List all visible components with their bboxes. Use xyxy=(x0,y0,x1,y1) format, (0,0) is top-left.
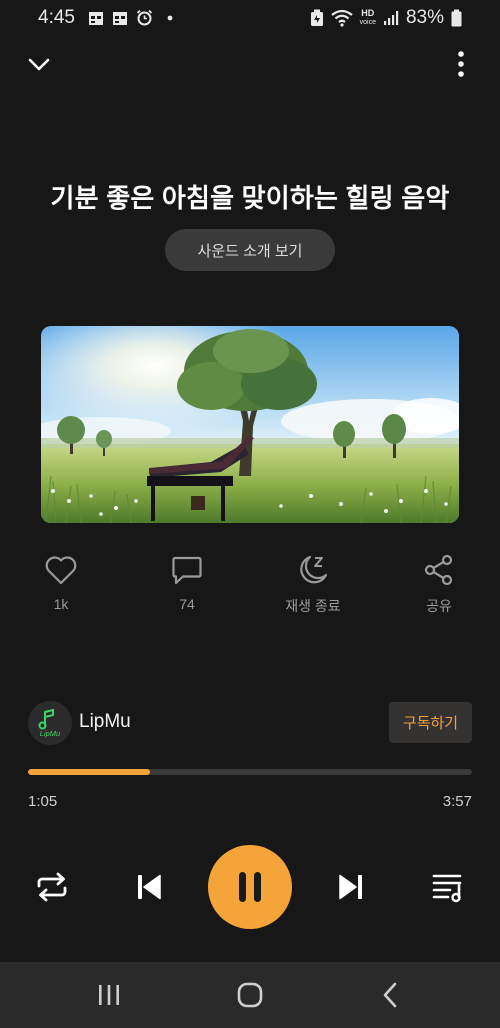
piano-meadow-artwork xyxy=(41,326,459,523)
sleep-timer-button[interactable]: 재생 종료 xyxy=(268,550,358,616)
skip-previous-icon xyxy=(138,874,161,900)
dot-icon xyxy=(167,15,173,20)
playlist-icon xyxy=(432,874,462,903)
alarm-icon xyxy=(136,9,153,26)
channel-avatar[interactable]: LipMu xyxy=(28,701,72,745)
channel-name[interactable]: LipMu xyxy=(79,711,131,733)
svg-text:LipMu: LipMu xyxy=(40,729,61,738)
signal-icon xyxy=(383,11,399,25)
calendar-icon xyxy=(113,11,127,25)
collapse-button[interactable] xyxy=(24,50,54,78)
more-options-button[interactable] xyxy=(448,48,474,80)
sound-intro-button[interactable]: 사운드 소개 보기 xyxy=(165,229,335,271)
like-button[interactable]: 1k xyxy=(16,550,106,612)
sleep-timer-icon xyxy=(300,555,328,584)
home-icon xyxy=(237,982,263,1008)
back-button[interactable] xyxy=(350,962,430,1028)
track-title: 기분 좋은 아침을 맞이하는 힐링 음악 xyxy=(50,183,450,213)
recent-apps-button[interactable] xyxy=(69,962,149,1028)
subscribe-button[interactable]: 구독하기 xyxy=(389,702,472,743)
repeat-icon xyxy=(37,872,67,902)
next-button[interactable] xyxy=(331,866,371,908)
repeat-button[interactable] xyxy=(30,866,74,908)
comment-icon xyxy=(172,556,202,585)
status-time: 4:45 xyxy=(38,7,75,28)
pause-button[interactable] xyxy=(208,845,292,929)
share-button[interactable]: 공유 xyxy=(394,550,484,616)
comment-button[interactable]: 74 xyxy=(142,550,232,612)
like-count: 1k xyxy=(53,596,69,612)
status-bar: 4:45 HD voice 83% xyxy=(0,0,500,36)
more-vertical-icon xyxy=(458,51,464,77)
back-icon xyxy=(383,982,397,1008)
hd-voice-badge: HD voice xyxy=(359,8,376,27)
share-icon xyxy=(424,554,453,586)
current-time: 1:05 xyxy=(28,793,58,810)
album-artwork xyxy=(41,326,459,523)
playback-progress-bar[interactable] xyxy=(28,769,472,775)
sleep-timer-label: 재생 종료 xyxy=(285,598,341,614)
calendar-icon xyxy=(89,11,103,25)
home-button[interactable] xyxy=(210,962,290,1028)
total-time: 3:57 xyxy=(442,793,472,810)
battery-percent: 83% xyxy=(405,7,444,28)
heart-icon xyxy=(45,556,77,585)
share-label: 공유 xyxy=(426,598,452,614)
battery-saver-icon xyxy=(310,9,323,26)
skip-next-icon xyxy=(339,874,362,900)
battery-icon xyxy=(451,9,462,27)
system-navigation-bar xyxy=(0,962,500,1028)
wifi-icon xyxy=(330,9,353,27)
lipmu-logo-icon: LipMu xyxy=(38,708,61,738)
previous-button[interactable] xyxy=(129,866,169,908)
playlist-button[interactable] xyxy=(426,866,470,908)
chevron-down-icon xyxy=(28,58,50,71)
comment-count: 74 xyxy=(179,596,195,612)
playback-progress-fill xyxy=(28,769,150,775)
pause-icon xyxy=(239,872,261,902)
recent-apps-icon xyxy=(99,985,119,1005)
